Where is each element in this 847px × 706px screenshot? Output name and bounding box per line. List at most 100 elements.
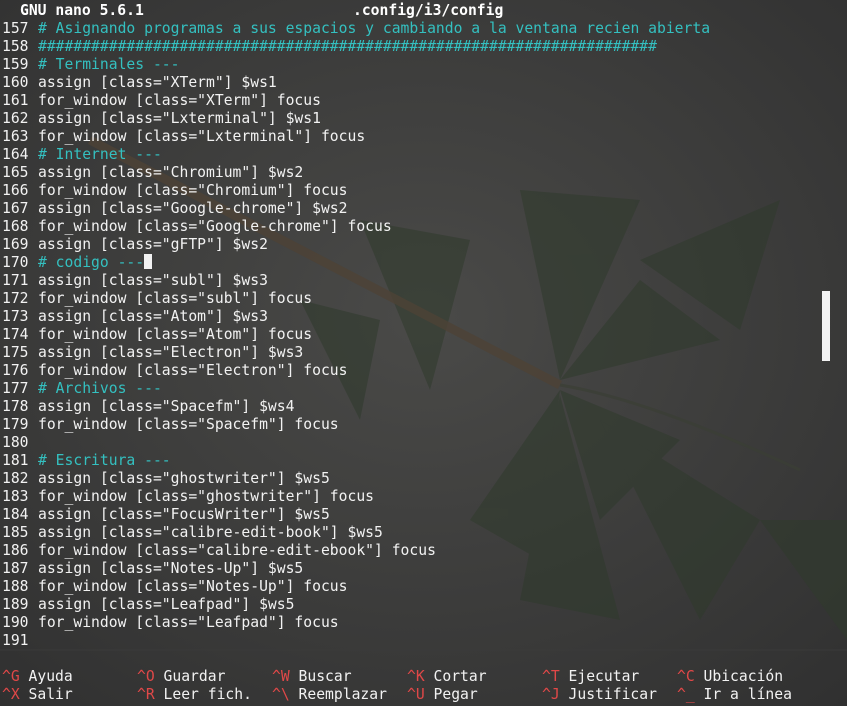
shortcut-item[interactable]: ^_ Ir a línea xyxy=(677,686,792,704)
line-number: 176 xyxy=(2,362,29,379)
editor-line[interactable]: 175 assign [class="Electron"] $ws3 xyxy=(0,344,847,362)
editor-line[interactable]: 184 assign [class="FocusWriter"] $ws5 xyxy=(0,506,847,524)
code-text: for_window [class="Google-chrome"] focus xyxy=(38,218,392,235)
editor-line[interactable]: 168 for_window [class="Google-chrome"] fo… xyxy=(0,218,847,236)
code-text: for_window [class="calibre-edit-ebook"] … xyxy=(38,542,436,559)
line-number: 163 xyxy=(2,128,29,145)
editor-area[interactable]: 157 # Asignando programas a sus espacios … xyxy=(0,20,847,650)
code-text: for_window [class="Atom"] focus xyxy=(38,326,313,343)
line-number: 183 xyxy=(2,488,29,505)
shortcut-item[interactable]: ^O Guardar xyxy=(137,668,225,686)
code-text: for_window [class="subl"] focus xyxy=(38,290,313,307)
editor-line[interactable]: 176 for_window [class="Electron"] focus xyxy=(0,362,847,380)
line-number: 166 xyxy=(2,182,29,199)
shortcut-item[interactable]: ^W Buscar xyxy=(272,668,352,686)
editor-line[interactable]: 171 assign [class="subl"] $ws3 xyxy=(0,272,847,290)
comment-text: # codigo --- xyxy=(38,254,145,271)
editor-line[interactable]: 177 # Archivos --- xyxy=(0,380,847,398)
editor-line[interactable]: 170 # codigo --- xyxy=(0,254,847,272)
code-text: assign [class="Atom"] $ws3 xyxy=(38,308,268,325)
shortcut-label: Ayuda xyxy=(28,668,73,685)
line-number: 181 xyxy=(2,452,29,469)
editor-line[interactable]: 159 # Terminales --- xyxy=(0,56,847,74)
shortcut-label: Salir xyxy=(28,686,73,703)
shortcut-item[interactable]: ^R Leer fich. xyxy=(137,686,252,704)
editor-line[interactable]: 157 # Asignando programas a sus espacios … xyxy=(0,20,847,38)
editor-line[interactable]: 161 for_window [class="XTerm"] focus xyxy=(0,92,847,110)
shortcut-item[interactable]: ^\ Reemplazar xyxy=(272,686,387,704)
editor-line[interactable]: 183 for_window [class="ghostwriter"] focu… xyxy=(0,488,847,506)
editor-line[interactable]: 173 assign [class="Atom"] $ws3 xyxy=(0,308,847,326)
editor-line[interactable]: 190 for_window [class="Leafpad"] focus xyxy=(0,614,847,632)
line-number: 158 xyxy=(2,38,29,55)
editor-line[interactable]: 186 for_window [class="calibre-edit-ebook… xyxy=(0,542,847,560)
editor-line[interactable]: 172 for_window [class="subl"] focus xyxy=(0,290,847,308)
shortcut-item[interactable]: ^C Ubicación xyxy=(677,668,783,686)
line-number: 159 xyxy=(2,56,29,73)
code-text: assign [class="Lxterminal"] $ws1 xyxy=(38,110,321,127)
shortcut-key: ^\ xyxy=(272,686,290,703)
shortcut-item[interactable]: ^J Justificar xyxy=(542,686,657,704)
shortcut-label: Buscar xyxy=(298,668,352,685)
line-number: 160 xyxy=(2,74,29,91)
editor-line[interactable]: 164 # Internet --- xyxy=(0,146,847,164)
file-path: .config/i3/config xyxy=(353,2,504,19)
code-text: assign [class="gFTP"] $ws2 xyxy=(38,236,268,253)
editor-line[interactable]: 189 assign [class="Leafpad"] $ws5 xyxy=(0,596,847,614)
code-text: assign [class="calibre-edit-book"] $ws5 xyxy=(38,524,383,541)
code-text: assign [class="Leafpad"] $ws5 xyxy=(38,596,295,613)
code-text: for_window [class="Chromium"] focus xyxy=(38,182,348,199)
editor-line[interactable]: 165 assign [class="Chromium"] $ws2 xyxy=(0,164,847,182)
shortcut-row: ^G Ayuda ^O Guardar ^W Buscar ^K Cortar ^T E… xyxy=(0,668,847,686)
editor-line[interactable]: 174 for_window [class="Atom"] focus xyxy=(0,326,847,344)
shortcut-label: Pegar xyxy=(433,686,478,703)
shortcut-label: Ir a línea xyxy=(703,686,792,703)
line-number: 188 xyxy=(2,578,29,595)
comment-text: ########################################… xyxy=(38,38,657,55)
editor-line[interactable]: 185 assign [class="calibre-edit-book"] $w… xyxy=(0,524,847,542)
line-number: 169 xyxy=(2,236,29,253)
editor-line[interactable]: 191 xyxy=(0,632,847,650)
code-text: assign [class="Electron"] $ws3 xyxy=(38,344,304,361)
editor-line[interactable]: 180 xyxy=(0,434,847,452)
line-number: 191 xyxy=(2,632,29,649)
code-text: assign [class="Spacefm"] $ws4 xyxy=(38,398,295,415)
shortcut-key: ^_ xyxy=(677,686,695,703)
line-number: 180 xyxy=(2,434,29,451)
shortcut-item[interactable]: ^K Cortar xyxy=(407,668,487,686)
code-text: assign [class="ghostwriter"] $ws5 xyxy=(38,470,330,487)
editor-line[interactable]: 166 for_window [class="Chromium"] focus xyxy=(0,182,847,200)
line-number: 179 xyxy=(2,416,29,433)
editor-line[interactable]: 160 assign [class="XTerm"] $ws1 xyxy=(0,74,847,92)
editor-line[interactable]: 181 # Escritura --- xyxy=(0,452,847,470)
shortcut-item[interactable]: ^T Ejecutar xyxy=(542,668,639,686)
nano-titlebar: GNU nano 5.6.1 .config/i3/config xyxy=(0,2,847,20)
comment-text: # Terminales --- xyxy=(38,56,180,73)
editor-line[interactable]: 162 assign [class="Lxterminal"] $ws1 xyxy=(0,110,847,128)
editor-line[interactable]: 188 for_window [class="Notes-Up"] focus xyxy=(0,578,847,596)
shortcut-key: ^R xyxy=(137,686,155,703)
code-text: for_window [class="Lxterminal"] focus xyxy=(38,128,366,145)
editor-line[interactable]: 158 #####################################… xyxy=(0,38,847,56)
line-number: 187 xyxy=(2,560,29,577)
scrollbar-thumb[interactable] xyxy=(822,291,830,361)
shortcut-key: ^J xyxy=(542,686,560,703)
editor-line[interactable]: 187 assign [class="Notes-Up"] $ws5 xyxy=(0,560,847,578)
editor-line[interactable]: 167 assign [class="Google-chrome"] $ws2 xyxy=(0,200,847,218)
line-number: 162 xyxy=(2,110,29,127)
code-text: assign [class="subl"] $ws3 xyxy=(38,272,268,289)
editor-line[interactable]: 163 for_window [class="Lxterminal"] focus xyxy=(0,128,847,146)
shortcut-item[interactable]: ^U Pegar xyxy=(407,686,478,704)
code-text: for_window [class="Spacefm"] focus xyxy=(38,416,339,433)
line-number: 167 xyxy=(2,200,29,217)
editor-line[interactable]: 182 assign [class="ghostwriter"] $ws5 xyxy=(0,470,847,488)
shortcut-row: ^X Salir ^R Leer fich. ^\ Reemplazar ^U Peg… xyxy=(0,686,847,704)
line-number: 171 xyxy=(2,272,29,289)
line-number: 190 xyxy=(2,614,29,631)
editor-line[interactable]: 178 assign [class="Spacefm"] $ws4 xyxy=(0,398,847,416)
editor-line[interactable]: 169 assign [class="gFTP"] $ws2 xyxy=(0,236,847,254)
shortcut-item[interactable]: ^G Ayuda xyxy=(2,668,73,686)
shortcut-item[interactable]: ^X Salir xyxy=(2,686,73,704)
shortcut-key: ^T xyxy=(542,668,560,685)
editor-line[interactable]: 179 for_window [class="Spacefm"] focus xyxy=(0,416,847,434)
